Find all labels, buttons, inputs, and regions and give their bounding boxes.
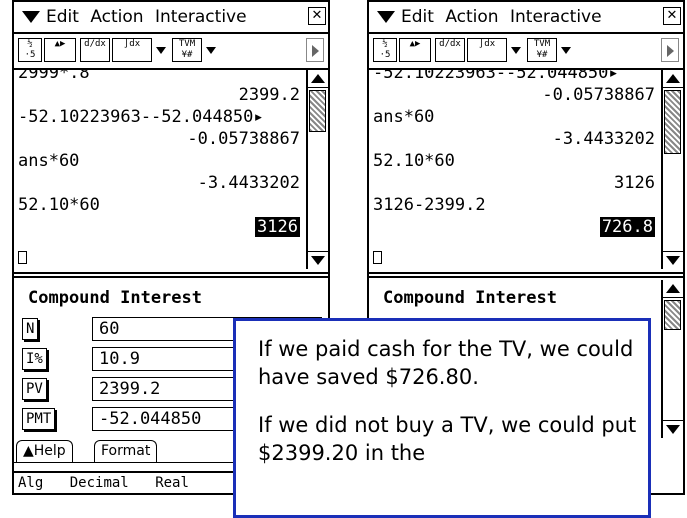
tvm-icon[interactable]: TVM ¥# <box>527 38 557 62</box>
var-key-pv[interactable]: PV <box>22 378 47 400</box>
fraction-decimal-icon[interactable]: ½ ·5 <box>373 38 397 62</box>
scroll-up-icon[interactable] <box>308 70 328 88</box>
history-line: 52.10*60 <box>18 195 100 215</box>
history-line: 3126 <box>614 173 655 193</box>
history-line: 3126 <box>18 216 300 238</box>
history-line: -0.05738867 <box>542 85 655 105</box>
main-history-area[interactable]: -52.10223963--52.044850▸ -0.05738867 ans… <box>369 70 661 269</box>
menu-interactive[interactable]: Interactive <box>510 7 602 27</box>
integral-icon[interactable]: ∫dx <box>112 38 152 62</box>
derivative-icon[interactable]: d/dx <box>435 38 465 62</box>
toolbar-dropdown-icon-2[interactable] <box>203 38 219 62</box>
scroll-up-icon[interactable] <box>663 280 683 298</box>
status-real: Real <box>155 475 189 491</box>
input-cursor[interactable] <box>18 251 27 264</box>
var-key-i[interactable]: I% <box>22 348 47 370</box>
explanation-callout: If we paid cash for the TV, we could hav… <box>233 318 651 518</box>
close-icon[interactable]: ✕ <box>308 7 326 25</box>
callout-paragraph-1: If we paid cash for the TV, we could hav… <box>258 337 634 389</box>
scroll-down-icon[interactable] <box>308 251 328 269</box>
history-line: -52.10223963--52.044850▸ <box>18 107 264 127</box>
history-line: ans*60 <box>18 151 80 171</box>
fraction-decimal-icon[interactable]: ½ ·5 <box>18 38 42 62</box>
history-line: -52.10223963--52.044850▸ <box>373 70 619 83</box>
history-line: 52.10*60 <box>373 151 455 171</box>
history-line: -0.05738867 <box>187 129 300 149</box>
main-menu-icon[interactable] <box>377 11 395 23</box>
highlighted-result: 3126 <box>255 217 300 237</box>
history-scrollbar[interactable] <box>306 70 328 269</box>
integral-icon[interactable]: ∫dx <box>467 38 507 62</box>
menu-interactive[interactable]: Interactive <box>155 7 247 27</box>
toolbar-dropdown-icon-2[interactable] <box>558 38 574 62</box>
panel-title: Compound Interest <box>28 288 202 308</box>
graph-run-icon[interactable]: ▲▶ <box>44 38 76 62</box>
panel-scrollbar[interactable] <box>661 280 683 438</box>
tab-help[interactable]: ▲Help <box>16 440 73 462</box>
scroll-up-icon[interactable] <box>663 70 683 88</box>
menu-edit[interactable]: Edit <box>46 7 79 27</box>
history-line: 2399.2 <box>238 85 300 105</box>
toolbar-dropdown-icon[interactable] <box>508 38 524 62</box>
history-line: ans*60 <box>373 107 435 127</box>
menu-items: Edit Action Interactive <box>401 2 608 32</box>
menu-action[interactable]: Action <box>445 7 498 27</box>
history-line: -3.4433202 <box>197 173 300 193</box>
menu-bar: Edit Action Interactive ✕ <box>14 2 328 34</box>
callout-paragraph-2: If we did not buy a TV, we could put $23… <box>258 413 637 465</box>
close-icon[interactable]: ✕ <box>663 7 681 25</box>
tab-format[interactable]: Format <box>94 440 158 462</box>
status-mode: Alg <box>18 475 44 491</box>
toolbar-scroll-right-icon[interactable] <box>306 38 324 62</box>
scroll-thumb[interactable] <box>664 90 681 154</box>
scroll-down-icon[interactable] <box>663 420 683 438</box>
panel-title: Compound Interest <box>383 288 557 308</box>
derivative-icon[interactable]: d/dx <box>80 38 110 62</box>
history-line: -3.4433202 <box>552 129 655 149</box>
main-history-area[interactable]: 2999*.8 2399.2 -52.10223963--52.044850▸ … <box>14 70 306 269</box>
menu-bar: Edit Action Interactive ✕ <box>369 2 683 34</box>
scroll-thumb[interactable] <box>309 90 326 132</box>
var-key-pmt[interactable]: PMT <box>22 408 56 430</box>
scroll-down-icon[interactable] <box>663 251 683 269</box>
toolbar-scroll-right-icon[interactable] <box>661 38 679 62</box>
main-menu-icon[interactable] <box>22 11 40 23</box>
graph-run-icon[interactable]: ▲▶ <box>399 38 431 62</box>
history-line: 3126-2399.2 <box>373 195 486 215</box>
toolbar-dropdown-icon[interactable] <box>153 38 169 62</box>
toolbar: ½ ·5 ▲▶ d/dx ∫dx TVM ¥# <box>14 34 328 70</box>
tvm-icon[interactable]: TVM ¥# <box>172 38 202 62</box>
toolbar: ½ ·5 ▲▶ d/dx ∫dx TVM ¥# <box>369 34 683 70</box>
menu-action[interactable]: Action <box>90 7 143 27</box>
highlighted-result: 726.8 <box>599 217 655 237</box>
history-line: 726.8 <box>373 216 655 238</box>
input-cursor[interactable] <box>373 251 382 264</box>
status-decimal: Decimal <box>69 475 129 491</box>
menu-items: Edit Action Interactive <box>46 2 253 32</box>
var-key-n[interactable]: N <box>22 318 39 340</box>
history-line: 2999*.8 <box>18 70 90 83</box>
scroll-thumb[interactable] <box>664 300 681 330</box>
menu-edit[interactable]: Edit <box>401 7 434 27</box>
history-scrollbar[interactable] <box>661 70 683 269</box>
